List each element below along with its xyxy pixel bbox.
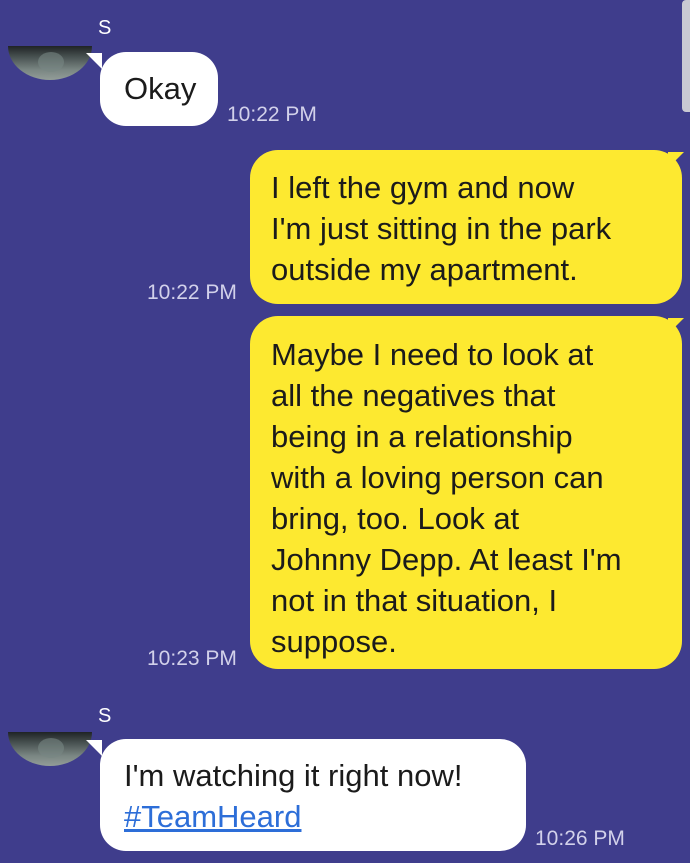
avatar[interactable]: [8, 732, 92, 766]
outgoing-message-bubble[interactable]: I left the gym and now I'm just sitting …: [250, 150, 682, 304]
message-timestamp: 10:23 PM: [147, 647, 237, 670]
sender-name: S: [98, 17, 112, 39]
scrollbar-thumb[interactable]: [682, 0, 690, 112]
incoming-message-bubble[interactable]: Okay: [100, 52, 218, 126]
message-line: I'm just sitting in the park: [271, 211, 612, 246]
message-line: suppose.: [271, 624, 397, 659]
incoming-message-bubble[interactable]: I'm watching it right now! #TeamHeard: [100, 739, 526, 851]
hashtag-link[interactable]: #TeamHeard: [124, 799, 301, 834]
message-line: with a loving person can: [271, 460, 604, 495]
message-line: Johnny Depp. At least I'm: [271, 542, 622, 577]
message-line: not in that situation, I: [271, 583, 558, 618]
bubble-tail: [668, 318, 684, 334]
message-line: all the negatives that: [271, 378, 556, 413]
message-text: Okay: [124, 71, 197, 106]
message-line: being in a relationship: [271, 419, 573, 454]
message-line: Maybe I need to look at: [271, 337, 594, 372]
bubble-tail: [86, 53, 102, 69]
message-timestamp: 10:26 PM: [535, 827, 625, 850]
bubble-tail: [86, 740, 102, 756]
outgoing-message-bubble[interactable]: Maybe I need to look at all the negative…: [250, 316, 682, 669]
message-line: bring, too. Look at: [271, 501, 520, 536]
avatar[interactable]: [8, 46, 92, 80]
message-timestamp: 10:22 PM: [147, 281, 237, 304]
sender-name: S: [98, 705, 112, 727]
message-line: I left the gym and now: [271, 170, 575, 205]
message-timestamp: 10:22 PM: [227, 103, 317, 126]
message-line: outside my apartment.: [271, 252, 578, 287]
message-line: I'm watching it right now!: [124, 758, 463, 793]
bubble-tail: [668, 152, 684, 168]
